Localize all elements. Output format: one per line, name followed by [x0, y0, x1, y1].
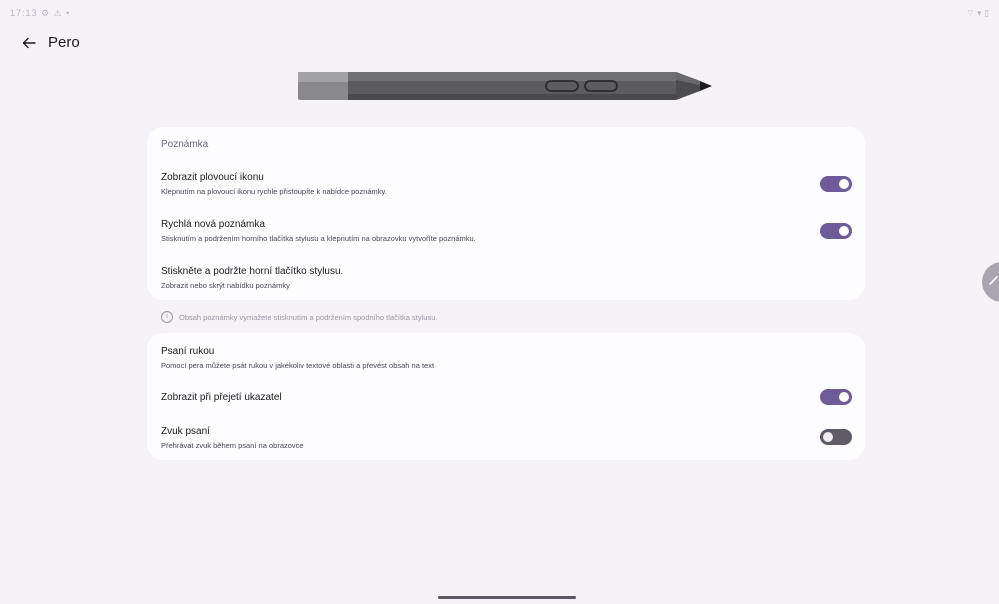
- pointer-row[interactable]: Zobrazit při přejetí ukazatel: [147, 385, 865, 409]
- quick-note-subtitle: Stisknutím a podržením horního tlačítka …: [161, 234, 476, 243]
- top-button-subtitle: Zobrazit nebo skrýt nabídku poznámky: [161, 281, 290, 290]
- handwriting-settings-card: Psaní rukou Pomocí pera můžete psát ruko…: [147, 333, 865, 460]
- status-bar: 17:13 ⚙ ⚠ • ⌔ ▾ ▯: [0, 0, 999, 26]
- pointer-toggle[interactable]: [820, 389, 852, 405]
- back-button[interactable]: [18, 32, 40, 54]
- floating-icon-subtitle: Klepnutím na plovoucí ikonu rychle přist…: [161, 187, 387, 196]
- floating-icon-title: Zobrazit plovoucí ikonu: [161, 172, 264, 183]
- pen-icon: [989, 276, 998, 285]
- floating-icon-row[interactable]: Zobrazit plovoucí ikonu Klepnutím na plo…: [147, 167, 865, 201]
- floating-icon-toggle[interactable]: [820, 176, 852, 192]
- writing-sound-subtitle: Přehrávat zvuk během psaní na obrazovce: [161, 441, 304, 450]
- writing-sound-row[interactable]: Zvuk psaní Přehrávat zvuk během psaní na…: [147, 421, 865, 455]
- quick-note-title: Rychlá nová poznámka: [161, 219, 265, 230]
- handwriting-row[interactable]: Psaní rukou Pomocí pera můžete psát ruko…: [147, 341, 865, 375]
- stylus-pen-image: [298, 72, 712, 100]
- handwriting-subtitle: Pomocí pera můžete psát rukou v jakékoli…: [161, 361, 435, 370]
- arrow-left-icon: [22, 37, 36, 49]
- note-info-text: Obsah poznámky vymažete stisknutím a pod…: [179, 312, 438, 322]
- quick-note-toggle[interactable]: [820, 223, 852, 239]
- status-icons-left: 17:13 ⚙ ⚠ •: [10, 8, 71, 18]
- note-settings-card: Poznámka Zobrazit plovoucí ikonu Klepnut…: [147, 127, 865, 300]
- app-bar: Pero: [0, 30, 999, 58]
- top-button-row[interactable]: Stiskněte a podržte horní tlačítko stylu…: [147, 261, 865, 295]
- page-title: Pero: [48, 34, 80, 51]
- writing-sound-toggle[interactable]: [820, 429, 852, 445]
- note-info-hint: i Obsah poznámky vymažete stisknutím a p…: [161, 311, 437, 323]
- floating-note-handle[interactable]: [982, 262, 999, 302]
- info-icon: i: [161, 311, 173, 323]
- writing-sound-title: Zvuk psaní: [161, 426, 210, 437]
- top-button-title: Stiskněte a podržte horní tlačítko stylu…: [161, 266, 344, 277]
- section-title-note: Poznámka: [161, 139, 209, 150]
- status-icons-right: ⌔ ▾ ▯: [966, 8, 989, 18]
- quick-note-row[interactable]: Rychlá nová poznámka Stisknutím a podrže…: [147, 214, 865, 248]
- pointer-title: Zobrazit při přejetí ukazatel: [161, 392, 282, 403]
- handwriting-title: Psaní rukou: [161, 346, 215, 357]
- gesture-nav-bar[interactable]: [438, 596, 576, 599]
